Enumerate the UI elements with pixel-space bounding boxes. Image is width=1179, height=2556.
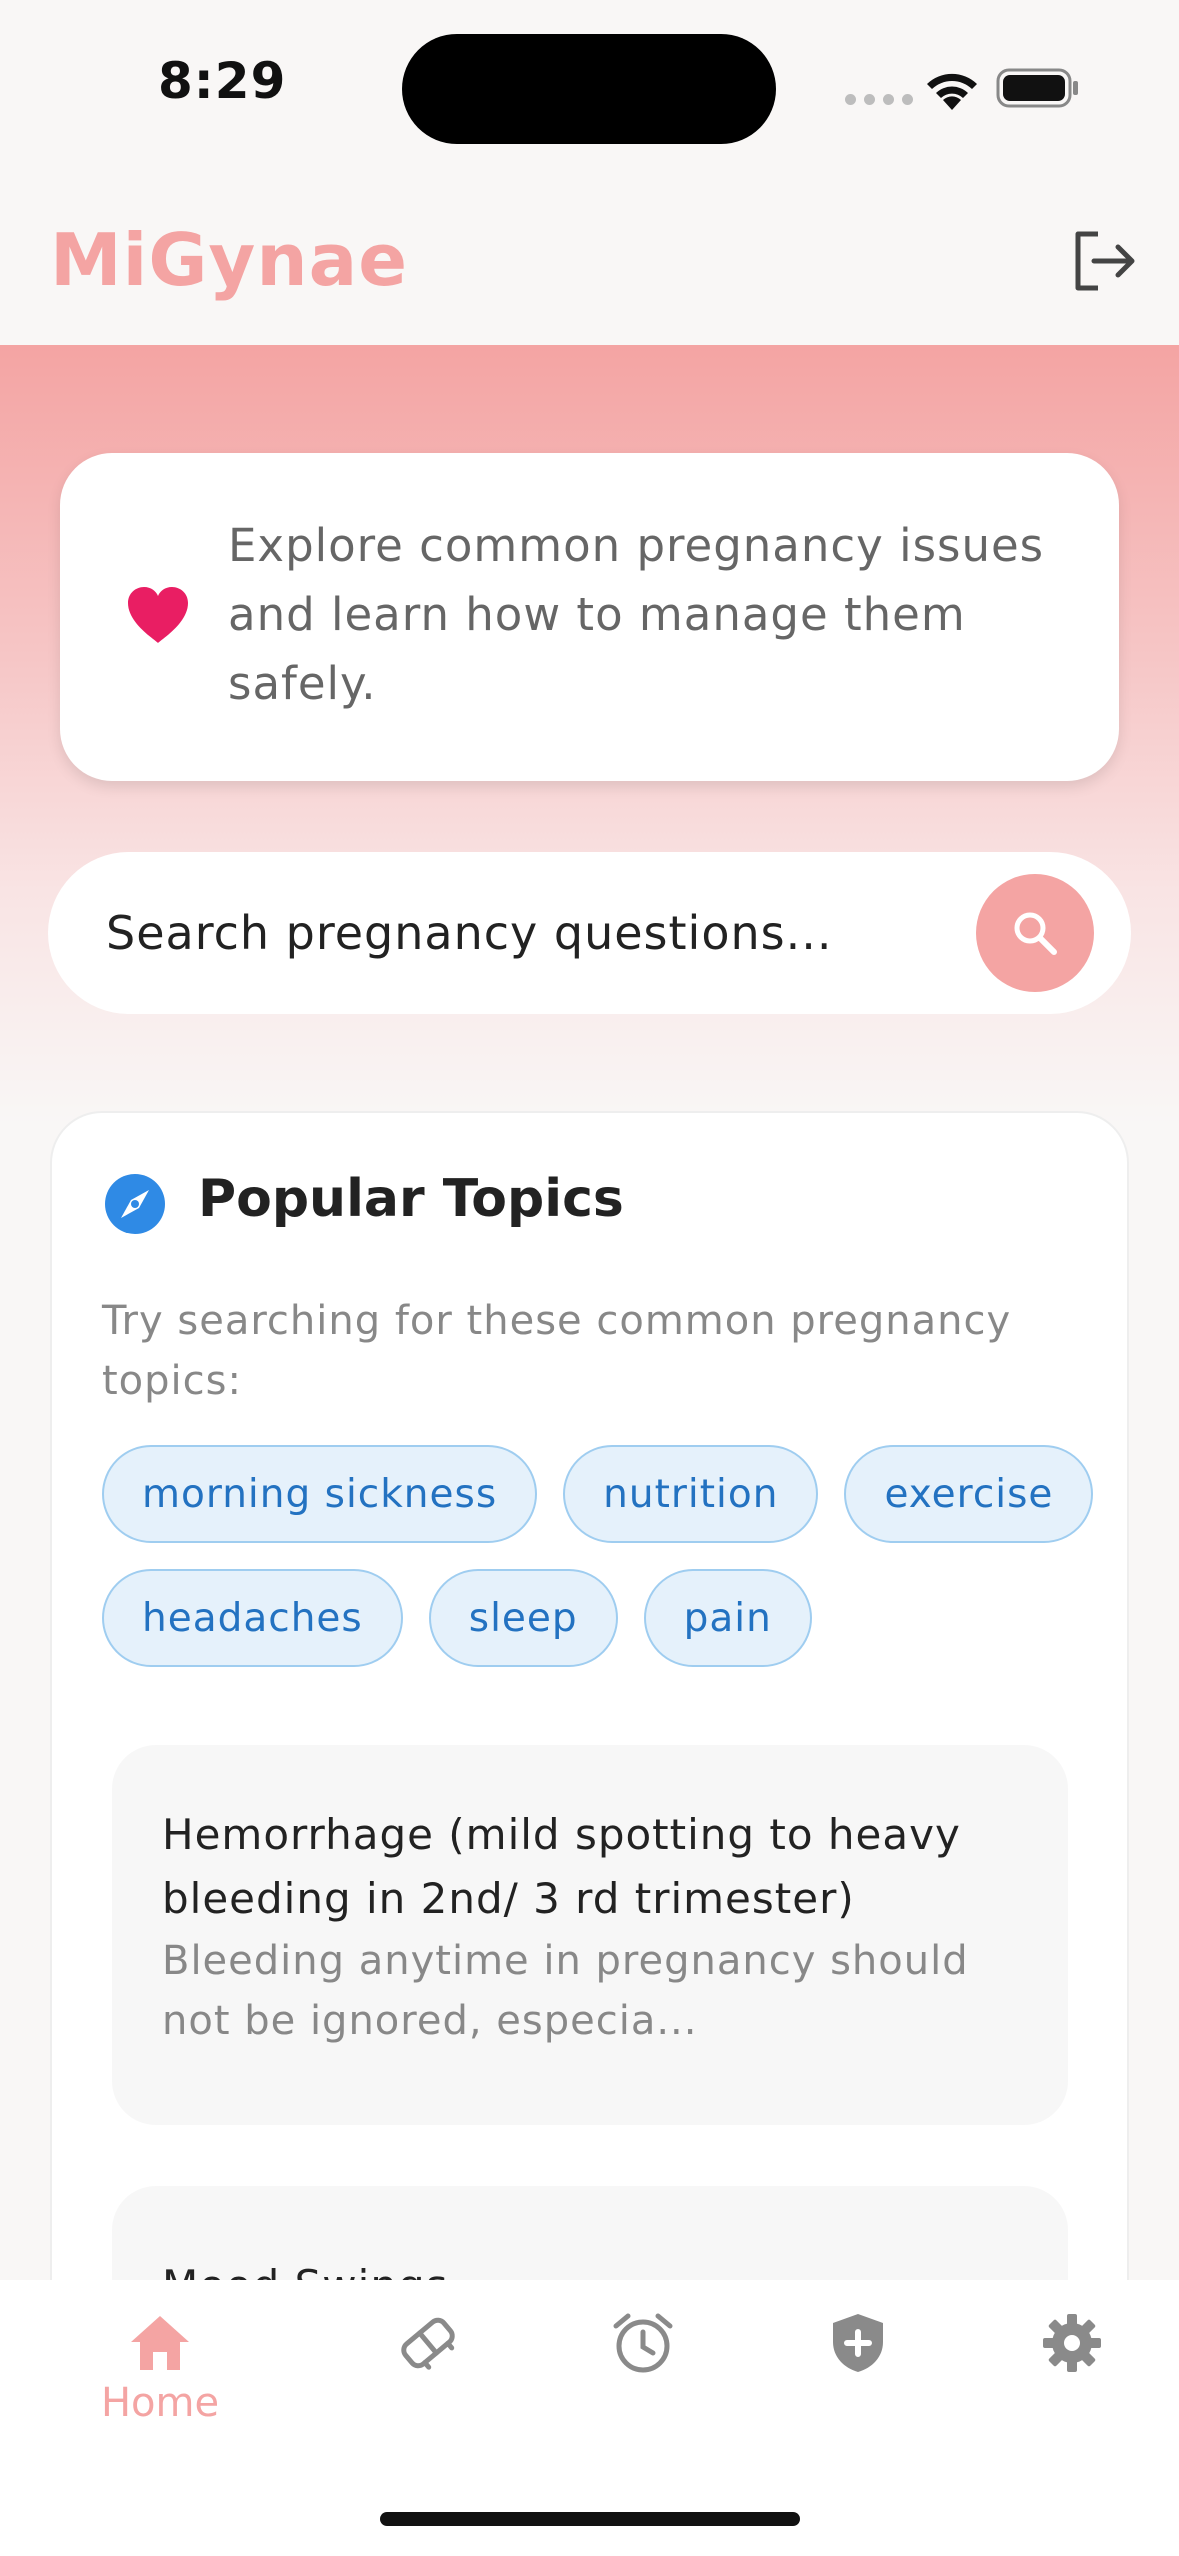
compass-icon [105,1174,165,1234]
issue-title: Hemorrhage (mild spotting to heavy bleed… [162,1810,961,1923]
nav-care[interactable] [338,2310,518,2440]
heart-icon [128,587,188,643]
issue-summary: Bleeding anytime in pregnancy should not… [162,1938,969,2044]
nav-home[interactable]: Home [70,2310,250,2440]
app-bar: MiGynae [0,175,1179,345]
home-icon [131,2316,189,2370]
popular-topics-title: Popular Topics [198,1169,624,1229]
info-text: Explore common pregnancy issues and lear… [228,519,1045,710]
logout-icon[interactable] [1072,230,1138,292]
gear-icon [1043,2314,1101,2372]
dynamic-island [402,34,776,144]
shield-icon [833,2314,883,2372]
status-time: 8:29 [158,52,287,110]
info-card: Explore common pregnancy issues and lear… [60,453,1119,781]
bottom-navigation: Home [0,2280,1179,2556]
home-indicator [380,2512,800,2526]
popular-topics-subtitle: Try searching for these common pregnancy… [102,1298,1012,1404]
topic-chip-headaches[interactable]: headaches [102,1569,403,1667]
care-hands-icon [401,2317,455,2370]
nav-shield[interactable] [768,2310,948,2440]
topic-chip-exercise[interactable]: exercise [844,1445,1094,1543]
topic-chip-nutrition[interactable]: nutrition [563,1445,819,1543]
topic-chip-morning-sickness[interactable]: morning sickness [102,1445,538,1543]
nav-settings[interactable] [982,2310,1162,2440]
popular-topics-card: Popular Topics Try searching for these c… [50,1111,1129,2411]
nav-alarm[interactable] [553,2310,733,2440]
issue-card[interactable]: Hemorrhage (mild spotting to heavy bleed… [112,1745,1068,2125]
search-bar [48,852,1131,1014]
search-icon [1014,912,1057,955]
app-title: MiGynae [50,218,409,302]
search-button[interactable] [976,874,1094,992]
status-bar: 8:29 [0,0,1179,175]
wifi-icon [927,73,977,110]
nav-home-label: Home [100,2380,220,2426]
battery-icon [996,68,1078,108]
alarm-icon [613,2313,673,2373]
search-input[interactable] [106,892,976,974]
cellular-signal-icon [845,94,913,105]
topic-chip-sleep[interactable]: sleep [428,1569,618,1667]
topic-chips: morning sickness nutrition exercise head… [102,1445,1112,1667]
topic-chip-pain[interactable]: pain [643,1569,812,1667]
